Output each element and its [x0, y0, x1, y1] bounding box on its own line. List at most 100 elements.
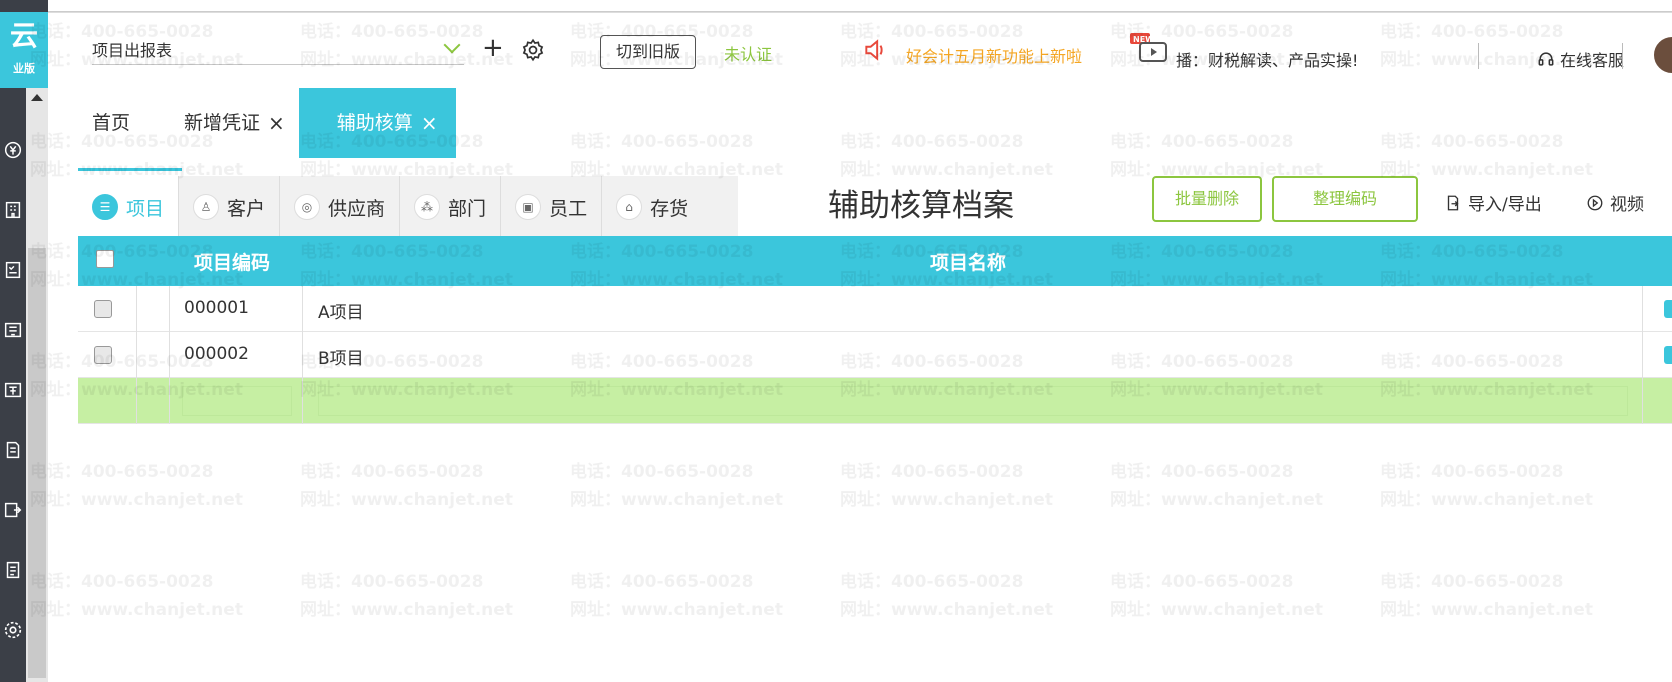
row-action-handle[interactable] [1664, 300, 1672, 318]
online-service-button[interactable]: 在线客服 [1536, 47, 1624, 71]
category-inventory[interactable]: ⌂ 存货 [602, 176, 702, 238]
category-label: 客户 [227, 197, 266, 220]
import-export-icon [1447, 195, 1459, 210]
column-header-name[interactable]: 项目名称 [930, 248, 1006, 275]
tab-label: 首页 [92, 112, 131, 134]
top-bar: 项目出报表 + 切到旧版 未认证 好会计五月新功能上新啦 NEW 播：财税解读、… [48, 12, 1672, 88]
cell-divider [302, 378, 303, 424]
sidebar-icon-list [0, 120, 26, 660]
watermark-text: 电话：400-665-0028 网址：www.chanjet.net [300, 458, 513, 514]
column-header-code[interactable]: 项目编码 [194, 248, 270, 275]
broadcast-link[interactable]: 播：财税解读、产品实操! [1176, 47, 1358, 71]
table-header: 项目编码 项目名称 [78, 236, 1672, 286]
watermark-text: 电话：400-665-0028 网址：www.chanjet.net [30, 568, 243, 624]
category-label: 项目 [126, 197, 165, 220]
tab-underline [78, 168, 182, 171]
tidy-code-button[interactable]: 整理编码 [1272, 176, 1418, 222]
yuan-ledger-icon[interactable] [0, 120, 26, 180]
row-checkbox[interactable] [94, 346, 112, 364]
watermark-text: 电话：400-665-0028网址：www.chanjet.net [840, 128, 1053, 184]
tax-icon[interactable] [0, 360, 26, 420]
row-checkbox[interactable] [94, 300, 112, 318]
new-name-input[interactable] [318, 386, 1628, 416]
headset-icon [1538, 52, 1554, 66]
watermark-text: 电话：400-665-0028网址：www.chanjet.net [570, 458, 783, 514]
tab-aux-accounting[interactable]: 辅助核算 × [298, 88, 456, 158]
left-sidebar: 云 业版 [0, 0, 48, 682]
batch-delete-button[interactable]: 批量删除 [1152, 176, 1262, 222]
category-project[interactable]: ☰ 项目 [78, 176, 180, 238]
watermark-text: 电话：400-665-0028网址：www.chanjet.net [300, 568, 513, 624]
tab-bar: 首页 新增凭证 × 辅助核算 × [78, 88, 456, 158]
watermark-site: 网址：www.chanjet.net [1380, 490, 1593, 510]
import-export-button[interactable]: 导入/导出 [1444, 190, 1542, 215]
speaker-icon [862, 37, 888, 63]
watermark-site: 网址：www.chanjet.net [300, 600, 513, 620]
chevron-down-icon[interactable] [443, 36, 461, 54]
browser-top-edge [0, 0, 1672, 12]
users-icon: ♙ [193, 194, 220, 220]
category-department[interactable]: ⁂ 部门 [400, 176, 502, 238]
cell-name[interactable]: A项目 [318, 298, 364, 323]
select-all-checkbox[interactable] [96, 250, 114, 268]
cell-code[interactable]: 000002 [184, 344, 249, 364]
sidebar-scrollbar[interactable] [26, 88, 48, 682]
tab-label: 新增凭证 [184, 112, 261, 134]
gear-icon[interactable] [520, 37, 546, 63]
tv-icon[interactable]: NEW [1130, 33, 1170, 67]
category-label: 部门 [448, 197, 487, 220]
watermark-phone: 电话：400-665-0028 [1110, 132, 1294, 152]
watermark-text: 电话：400-665-0028网址：www.chanjet.net [1110, 458, 1323, 514]
watermark-phone: 电话：400-665-0028 [30, 572, 214, 592]
building-icon[interactable] [0, 180, 26, 240]
watermark-site: 网址：www.chanjet.net [300, 490, 513, 510]
invoice-icon[interactable] [0, 300, 26, 360]
watermark-phone: 电话：400-665-0028 [1380, 572, 1564, 592]
report-search-select[interactable]: 项目出报表 [92, 36, 464, 65]
page-title: 辅助核算档案 [828, 188, 1014, 224]
watermark-text: 电话：400-665-0028网址：www.chanjet.net [570, 568, 783, 624]
checklist-icon[interactable] [0, 240, 26, 300]
video-button[interactable]: 视频 [1586, 190, 1644, 215]
watermark-text: 电话：400-665-0028网址：www.chanjet.net [840, 568, 1053, 624]
report-icon[interactable] [0, 420, 26, 480]
tab-home[interactable]: 首页 [78, 88, 144, 158]
watermark-site: 网址：www.chanjet.net [30, 600, 243, 620]
divider [1478, 43, 1479, 69]
list-icon: ☰ [92, 194, 118, 220]
edition-label: 业版 [13, 62, 35, 75]
watermark-phone: 电话：400-665-0028 [300, 462, 484, 482]
watermark-phone: 电话：400-665-0028 [30, 462, 214, 482]
video-label: 视频 [1610, 195, 1644, 215]
watermark-site: 网址：www.chanjet.net [30, 490, 243, 510]
category-customer[interactable]: ♙ 客户 [179, 176, 281, 238]
scroll-up-icon[interactable] [31, 94, 43, 101]
app-logo[interactable]: 云 业版 [0, 12, 48, 88]
export-icon[interactable] [0, 480, 26, 540]
settings-icon[interactable] [0, 600, 26, 660]
category-bar: ☰ 项目 ♙ 客户 ◎ 供应商 ⁂ 部门 ▣ 员工 ⌂ 存货 [78, 176, 738, 238]
cell-divider [1642, 332, 1643, 378]
row-action-handle[interactable] [1664, 346, 1672, 364]
switch-old-version-button[interactable]: 切到旧版 [600, 35, 696, 69]
scrollbar-thumb[interactable] [28, 248, 46, 678]
document-icon[interactable] [0, 540, 26, 600]
close-icon[interactable]: × [421, 88, 438, 158]
watermark-phone: 电话：400-665-0028 [570, 462, 754, 482]
cell-code[interactable]: 000001 [184, 298, 249, 318]
watermark-site: 网址：www.chanjet.net [1110, 490, 1323, 510]
add-button[interactable]: + [482, 35, 504, 61]
close-icon[interactable]: × [268, 88, 285, 158]
avatar[interactable] [1652, 35, 1672, 75]
category-supplier[interactable]: ◎ 供应商 [280, 176, 401, 238]
new-code-input[interactable] [182, 386, 292, 416]
search-value: 项目出报表 [92, 41, 173, 60]
cell-name[interactable]: B项目 [318, 344, 364, 369]
unverified-link[interactable]: 未认证 [724, 41, 772, 65]
table-row[interactable]: 000001 A项目 [78, 286, 1672, 332]
table-row[interactable]: 000002 B项目 [78, 332, 1672, 378]
promo-link[interactable]: 好会计五月新功能上新啦 [906, 43, 1082, 67]
new-row-editor[interactable] [78, 378, 1672, 424]
tab-new-voucher[interactable]: 新增凭证 × [144, 88, 299, 158]
category-employee[interactable]: ▣ 员工 [501, 176, 603, 238]
